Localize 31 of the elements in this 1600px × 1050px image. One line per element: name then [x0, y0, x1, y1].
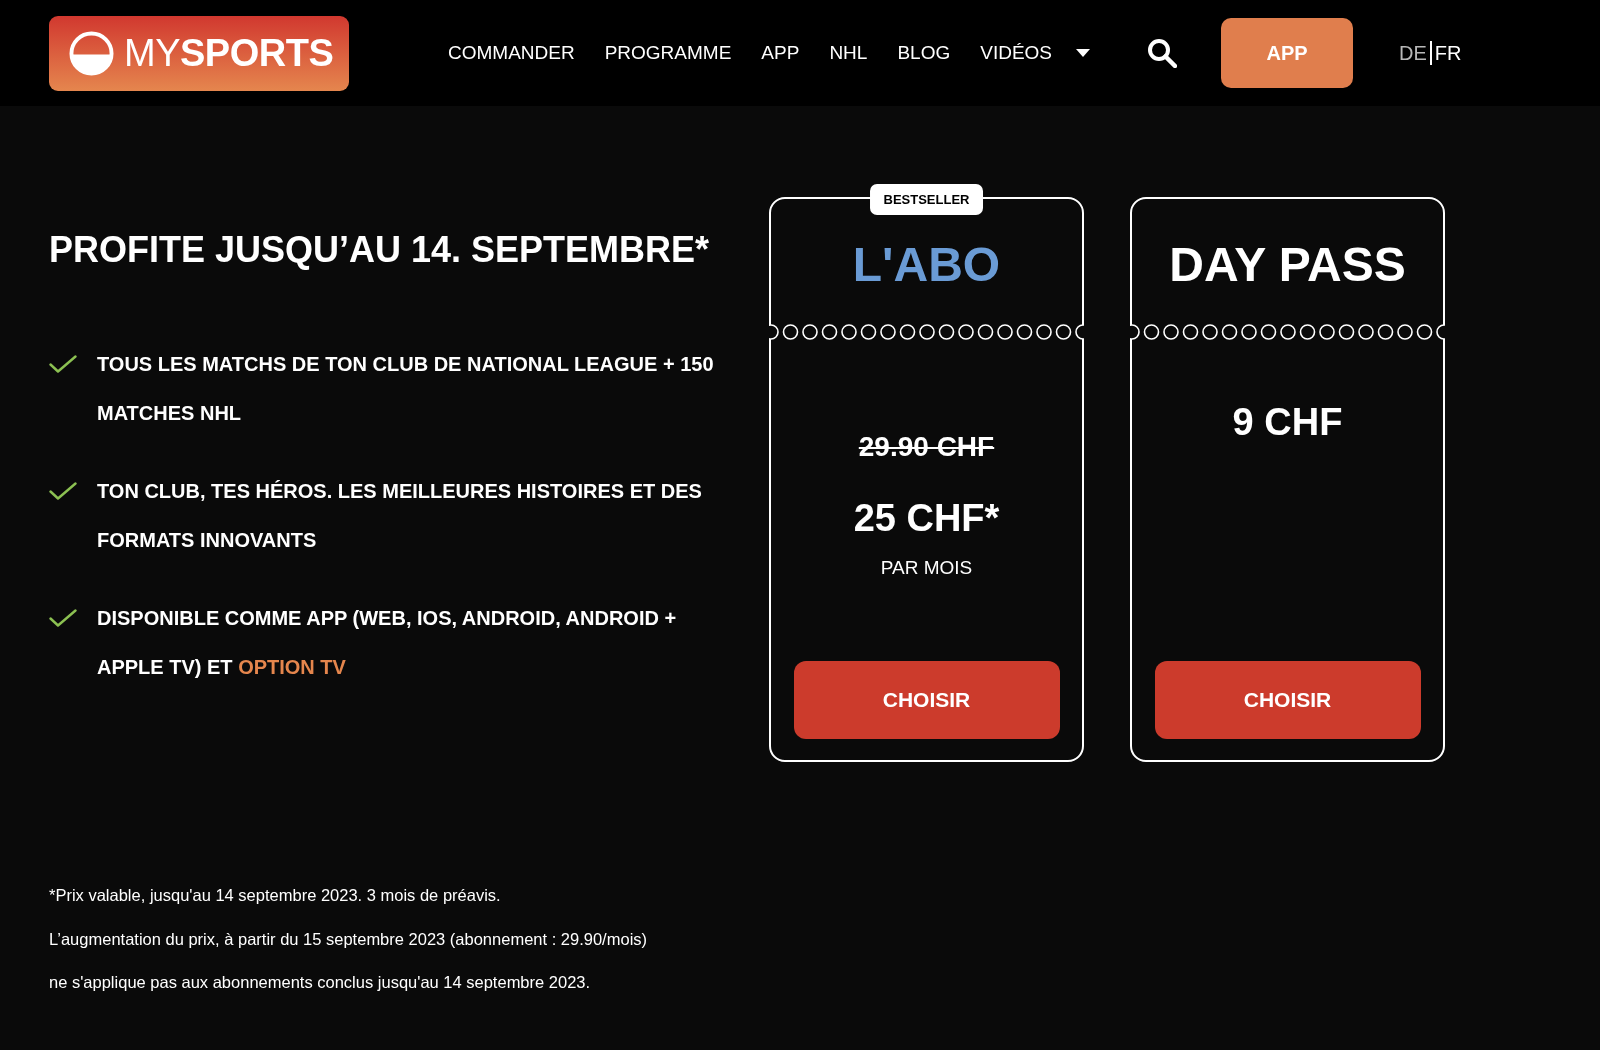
- old-price: 29.90 CHF: [858, 430, 995, 464]
- choose-button[interactable]: CHOISIR: [793, 661, 1060, 739]
- plan-title: DAY PASS: [1169, 237, 1406, 293]
- check-icon: [49, 355, 77, 373]
- feature-text: TON CLUB, TES HÉROS. LES MEILLEURES HISTOIRES ET DES FORMATS INNOVANTS: [97, 479, 703, 553]
- footnote: *Prix valable, jusqu'au 14 septembre 2023. 3 mois de préavis.: [49, 885, 502, 906]
- caret-icon[interactable]: [1076, 49, 1091, 57]
- footnote: L’augmentation du prix, à partir du 15 septembre 2023 (abonnement : 29.90/mois) ne s'applique pas aux abonnements conclus jusqu'au 14 septembre 2023.: [49, 928, 649, 993]
- choose-button[interactable]: CHOISIR: [1154, 661, 1421, 739]
- promo-headline: PROFITE JUSQU’AU 14. SEPTEMBRE*: [49, 228, 711, 272]
- feature-link[interactable]: OPTION TV: [238, 656, 346, 678]
- check-icon: [49, 609, 77, 627]
- nav-link[interactable]: APP: [761, 42, 800, 64]
- language-link[interactable]: DE: [1399, 41, 1427, 65]
- plan-tag: BESTSELLER: [869, 184, 984, 215]
- nav-link[interactable]: PROGRAMME: [604, 42, 732, 64]
- feature-text: TOUS LES MATCHS DE TON CLUB DE NATIONAL LEAGUE + 150 MATCHES NHL: [97, 352, 715, 426]
- nav-link[interactable]: NHL: [829, 42, 868, 64]
- logo[interactable]: MYSPORTS: [49, 15, 349, 91]
- check-icon: [49, 482, 77, 500]
- plan-price: 9 CHF: [1232, 400, 1343, 445]
- billing-period: PAR MOIS: [880, 556, 973, 580]
- language-link[interactable]: FR: [1434, 41, 1462, 65]
- nav-link[interactable]: COMMANDER: [448, 42, 575, 64]
- search-icon[interactable]: [1147, 38, 1178, 68]
- plan-price: 25 CHF*: [853, 496, 1000, 541]
- feature-text: DISPONIBLE COMME APP (WEB, IOS, ANDROID, ANDROID + APPLE TV) ET OPTION TV: [97, 606, 678, 680]
- nav-link[interactable]: BLOG: [897, 42, 951, 64]
- ring-icon: [69, 30, 114, 76]
- nav-link[interactable]: VIDÉOS: [980, 42, 1053, 64]
- plan-title: L'ABO: [852, 237, 1001, 293]
